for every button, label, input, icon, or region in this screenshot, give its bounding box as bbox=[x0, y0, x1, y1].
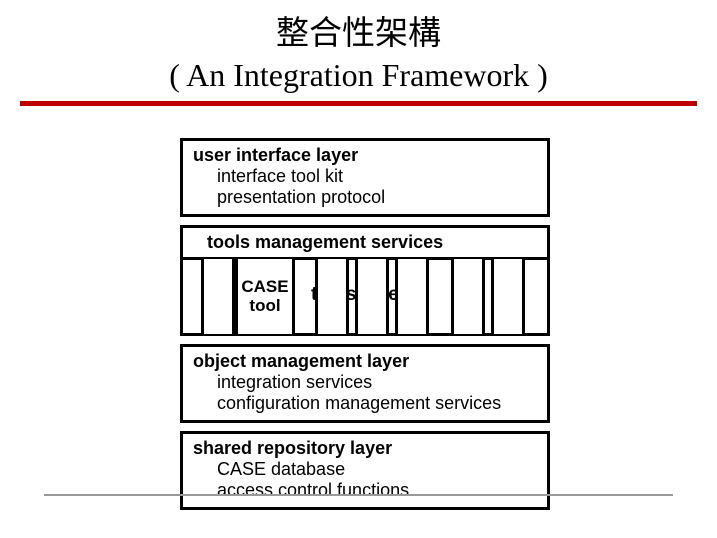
tool-slot bbox=[315, 259, 349, 334]
oml-sub2: configuration management services bbox=[193, 393, 537, 414]
ui-layer-sub1: interface tool kit bbox=[193, 166, 537, 187]
srl-sub1: CASE database bbox=[193, 459, 537, 480]
title-underline bbox=[20, 101, 697, 106]
case-tool-slot: CASE tool bbox=[235, 259, 295, 334]
tool-slot bbox=[201, 259, 235, 334]
tool-slot bbox=[451, 259, 485, 334]
oml-sub1: integration services bbox=[193, 372, 537, 393]
tool-slot bbox=[395, 259, 429, 334]
tms-label: tools management services bbox=[207, 232, 443, 252]
object-management-layer-box: object management layer integration serv… bbox=[180, 344, 550, 423]
framework-diagram: user interface layer interface tool kit … bbox=[180, 138, 550, 518]
title-english: ( An Integration Framework ) bbox=[0, 55, 717, 95]
srl-title: shared repository layer bbox=[193, 438, 537, 459]
ui-layer-title: user interface layer bbox=[193, 145, 537, 166]
footer-rule bbox=[44, 494, 673, 496]
user-interface-layer-box: user interface layer interface tool kit … bbox=[180, 138, 550, 217]
shared-repository-layer-box: shared repository layer CASE database ac… bbox=[180, 431, 550, 510]
srl-sub2: access control functions bbox=[193, 480, 537, 501]
slide-title: 整合性架構 ( An Integration Framework ) bbox=[0, 0, 717, 95]
title-chinese: 整合性架構 bbox=[0, 14, 717, 55]
oml-title: object management layer bbox=[193, 351, 537, 372]
tools-management-services-box: tools management services bbox=[180, 225, 550, 260]
case-line2: tool bbox=[238, 297, 292, 316]
tool-slot bbox=[355, 259, 389, 334]
case-line1: CASE bbox=[238, 278, 292, 297]
ui-layer-sub2: presentation protocol bbox=[193, 187, 537, 208]
tool-slot bbox=[491, 259, 525, 334]
tools-layer-box: CASE tool tools layer bbox=[180, 260, 550, 336]
